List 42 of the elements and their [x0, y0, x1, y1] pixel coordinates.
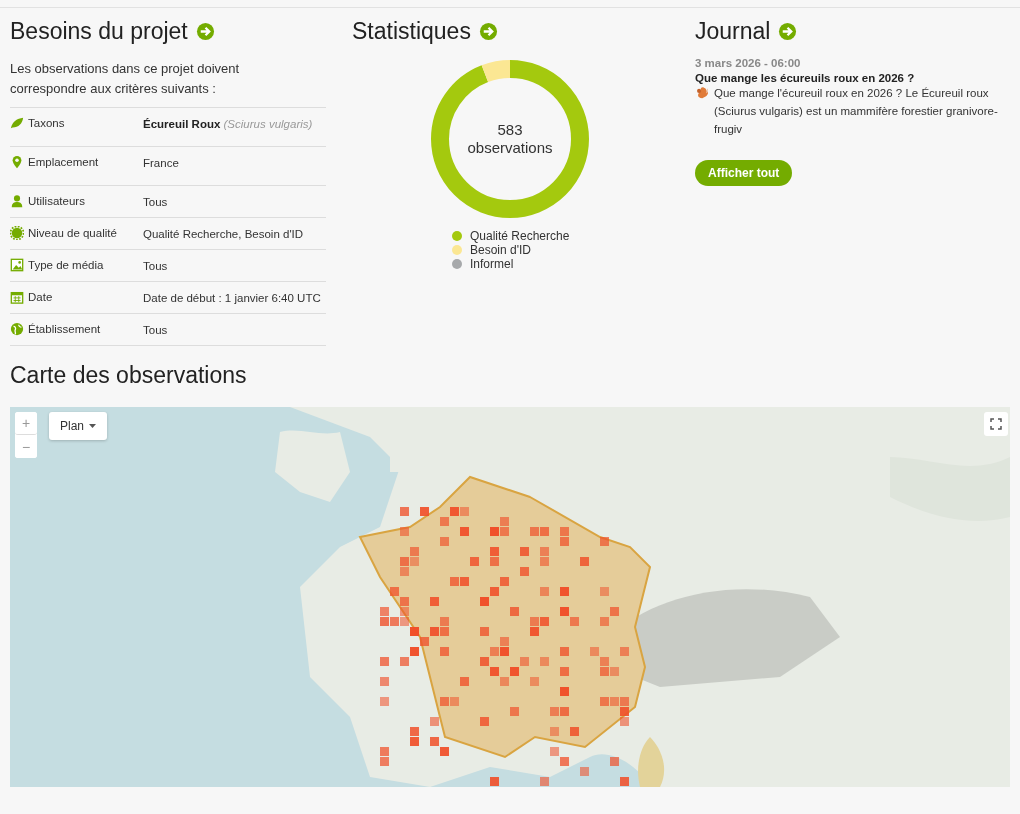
taxon-name[interactable]: Écureuil Roux — [143, 118, 221, 130]
post-title[interactable]: Que mange les écureuils roux en 2026 ? — [695, 72, 1020, 84]
calendar-icon — [10, 290, 24, 304]
criterion-label: Emplacement — [28, 155, 99, 170]
section-title: Carte des observations — [10, 362, 247, 389]
post-date: 3 mars 2026 - 06:00 — [695, 57, 802, 69]
criterion-label: Utilisateurs — [28, 194, 85, 209]
section-title: Besoins du projet — [10, 18, 188, 45]
section-title: Journal — [695, 18, 771, 45]
arrow-circle-icon[interactable] — [478, 22, 498, 41]
fullscreen-icon — [990, 418, 1002, 430]
criterion-label: Niveau de qualité — [28, 226, 117, 241]
legend-label: Qualité Recherche — [470, 229, 570, 243]
user-icon — [10, 194, 24, 208]
criterion-label: Établissement — [28, 322, 101, 337]
criterion-value: France — [143, 156, 180, 171]
badge-icon — [10, 226, 24, 240]
globe-icon — [10, 322, 24, 336]
observation-count: 583 — [497, 121, 523, 139]
pin-icon — [10, 155, 24, 169]
scientific-name: (Sciurus vulgaris) — [223, 118, 313, 130]
arrow-circle-icon[interactable] — [778, 22, 798, 41]
criterion-value: Qualité Recherche, Besoin d'ID — [143, 227, 305, 242]
leaf-icon — [10, 116, 24, 130]
section-title: Statistiques — [352, 18, 471, 45]
criterion-value: Tous — [143, 259, 169, 274]
count-label: observations — [467, 139, 553, 157]
criterion-value: Tous — [143, 323, 169, 338]
arrow-circle-icon[interactable] — [195, 22, 215, 41]
intro-text: Les observations dans ce projet doivent correspondre aux critères suivants : — [10, 60, 241, 98]
legend-label: Informel — [470, 257, 514, 271]
criterion-label: Type de média — [28, 258, 104, 273]
criterion-value: Tous — [143, 195, 169, 210]
legend-label: Besoin d'ID — [470, 243, 531, 257]
post-excerpt: Que mange l'écureuil roux en 2026 ? Le Écureuil roux (Sciurus vulgaris) est un mammifère forestier granivore-frugiv — [714, 86, 999, 137]
layer-dropdown[interactable]: Plan — [49, 412, 108, 440]
criterion-label: Date — [28, 290, 53, 305]
criterion-label: Taxons — [28, 116, 65, 131]
caret-icon — [89, 424, 97, 428]
image-icon — [10, 258, 24, 272]
fullscreen-button[interactable] — [984, 412, 1008, 436]
criterion-value: Date de début : 1 janvier 6:40 UTC — [143, 291, 322, 306]
